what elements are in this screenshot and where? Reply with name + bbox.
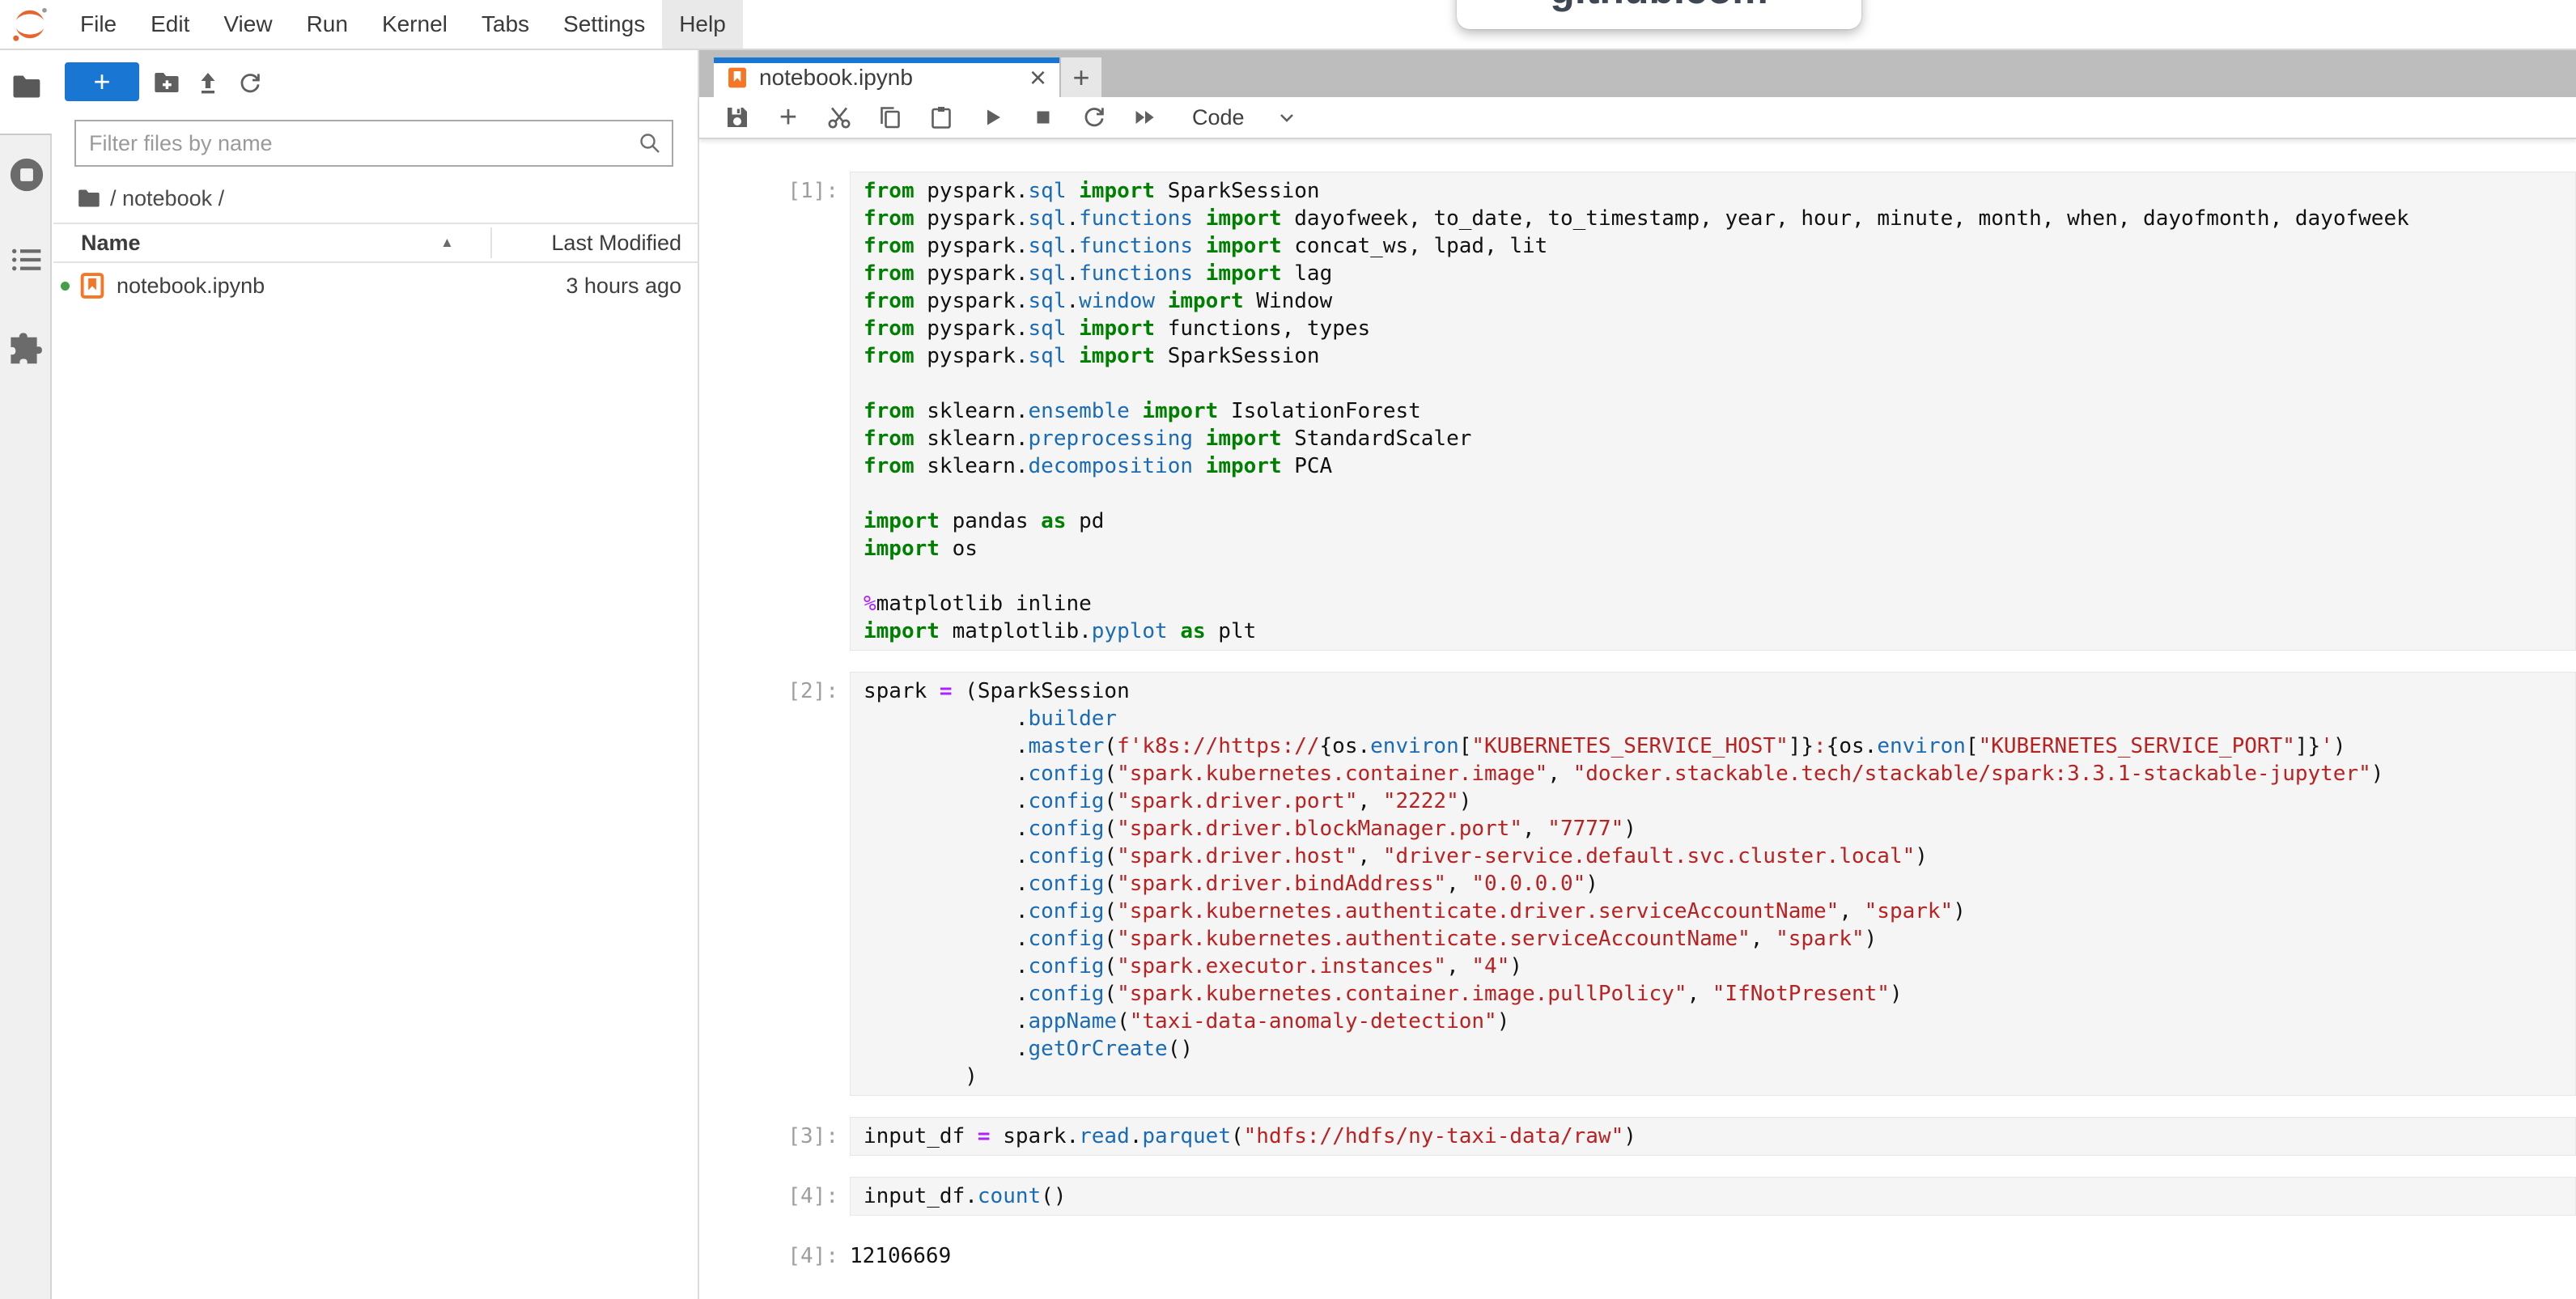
menu-settings[interactable]: Settings xyxy=(546,0,662,49)
menu-tabs[interactable]: Tabs xyxy=(465,0,546,49)
file-listing-header: Name ▲ Last Modified xyxy=(53,223,698,263)
menu-bar: File Edit View Run Kernel Tabs Settings … xyxy=(0,0,2576,50)
new-folder-button[interactable] xyxy=(154,71,180,98)
cell-output-text: 12106669 xyxy=(850,1237,951,1270)
interrupt-kernel-button[interactable] xyxy=(1031,105,1055,129)
restart-run-all-button[interactable] xyxy=(1133,105,1157,129)
kernel-running-dot xyxy=(61,282,70,291)
filter-files-box xyxy=(74,120,673,167)
file-browser-icon[interactable] xyxy=(12,74,41,103)
code-cell: [4]:input_df.count() xyxy=(699,1177,2576,1216)
column-header-name[interactable]: Name xyxy=(81,224,141,261)
restart-kernel-button[interactable] xyxy=(1082,105,1106,129)
file-row-notebook[interactable]: notebook.ipynb 3 hours ago xyxy=(53,265,698,307)
cut-cell-button[interactable] xyxy=(827,105,851,129)
file-name: notebook.ipynb xyxy=(117,274,265,299)
cell-output-prompt: [4]: xyxy=(699,1237,850,1270)
copy-cell-button[interactable] xyxy=(878,105,902,129)
cell-editor[interactable]: from pyspark.sql import SparkSessionfrom… xyxy=(850,172,2576,651)
cell-editor[interactable]: input_df = spark.read.parquet("hdfs://hd… xyxy=(850,1117,2576,1156)
cell-input-prompt: [4]: xyxy=(699,1177,850,1216)
file-browser-panel: + / notebook / Name xyxy=(53,50,699,1299)
new-launcher-button[interactable]: + xyxy=(65,62,139,101)
cell-output-area: [4]:12106669 xyxy=(699,1237,2576,1270)
menu-kernel[interactable]: Kernel xyxy=(365,0,465,49)
popup-origin-text: github.com xyxy=(1550,0,1768,13)
new-tab-button[interactable]: + xyxy=(1061,57,1101,97)
cell-input-prompt: [1]: xyxy=(699,172,850,651)
file-modified: 3 hours ago xyxy=(566,274,681,299)
activity-bar-panel xyxy=(0,134,52,1299)
paste-cell-button[interactable] xyxy=(929,105,953,129)
code-cell: [3]:input_df = spark.read.parquet("hdfs:… xyxy=(699,1117,2576,1156)
extensions-icon[interactable] xyxy=(10,332,44,370)
filter-files-input[interactable] xyxy=(76,121,672,165)
run-cell-button[interactable] xyxy=(980,105,1004,129)
running-sessions-icon[interactable] xyxy=(8,156,45,197)
notebook-file-icon xyxy=(80,272,104,299)
cell-input-prompt: [3]: xyxy=(699,1117,850,1156)
refresh-button[interactable] xyxy=(238,71,262,100)
menu-file[interactable]: File xyxy=(63,0,134,49)
tab-title: notebook.ipynb xyxy=(759,65,1029,91)
cell-type-dropdown[interactable]: Code xyxy=(1192,105,1245,130)
add-cell-button[interactable]: + xyxy=(776,105,800,129)
menu-edit[interactable]: Edit xyxy=(134,0,206,49)
column-divider xyxy=(490,227,492,258)
save-button[interactable] xyxy=(725,105,749,129)
chevron-down-icon[interactable] xyxy=(1277,108,1296,127)
table-of-contents-icon[interactable] xyxy=(11,247,42,277)
cell-editor[interactable]: input_df.count() xyxy=(850,1177,2576,1216)
notebook-dock-panel: notebook.ipynb × + + xyxy=(699,50,2576,1299)
search-icon xyxy=(638,131,662,159)
menu-help[interactable]: Help xyxy=(662,0,743,49)
tab-notebook[interactable]: notebook.ipynb × xyxy=(714,57,1059,97)
cell-editor[interactable]: spark = (SparkSession .builder .master(f… xyxy=(850,672,2576,1096)
breadcrumb[interactable]: / notebook / xyxy=(78,182,224,214)
sort-ascending-icon[interactable]: ▲ xyxy=(440,224,454,261)
home-folder-icon xyxy=(78,189,100,208)
notebook-tab-icon xyxy=(727,66,748,90)
code-cell: [1]:from pyspark.sql import SparkSession… xyxy=(699,172,2576,651)
tab-close-icon[interactable]: × xyxy=(1029,66,1046,90)
notebook-content[interactable]: [1]:from pyspark.sql import SparkSession… xyxy=(699,139,2576,1299)
notebook-toolbar: + xyxy=(699,97,2576,139)
activity-bar xyxy=(0,50,53,1299)
code-cell: [2]:spark = (SparkSession .builder .mast… xyxy=(699,672,2576,1096)
browser-origin-popup: github.com xyxy=(1457,0,1861,29)
upload-button[interactable] xyxy=(196,71,220,100)
jupyter-logo xyxy=(11,6,49,43)
tab-bar: notebook.ipynb × + xyxy=(699,50,2576,97)
cell-input-prompt: [2]: xyxy=(699,672,850,1096)
menu-view[interactable]: View xyxy=(206,0,289,49)
menu-run[interactable]: Run xyxy=(290,0,365,49)
breadcrumb-path: / notebook / xyxy=(110,186,224,211)
column-header-modified[interactable]: Last Modified xyxy=(551,224,681,261)
